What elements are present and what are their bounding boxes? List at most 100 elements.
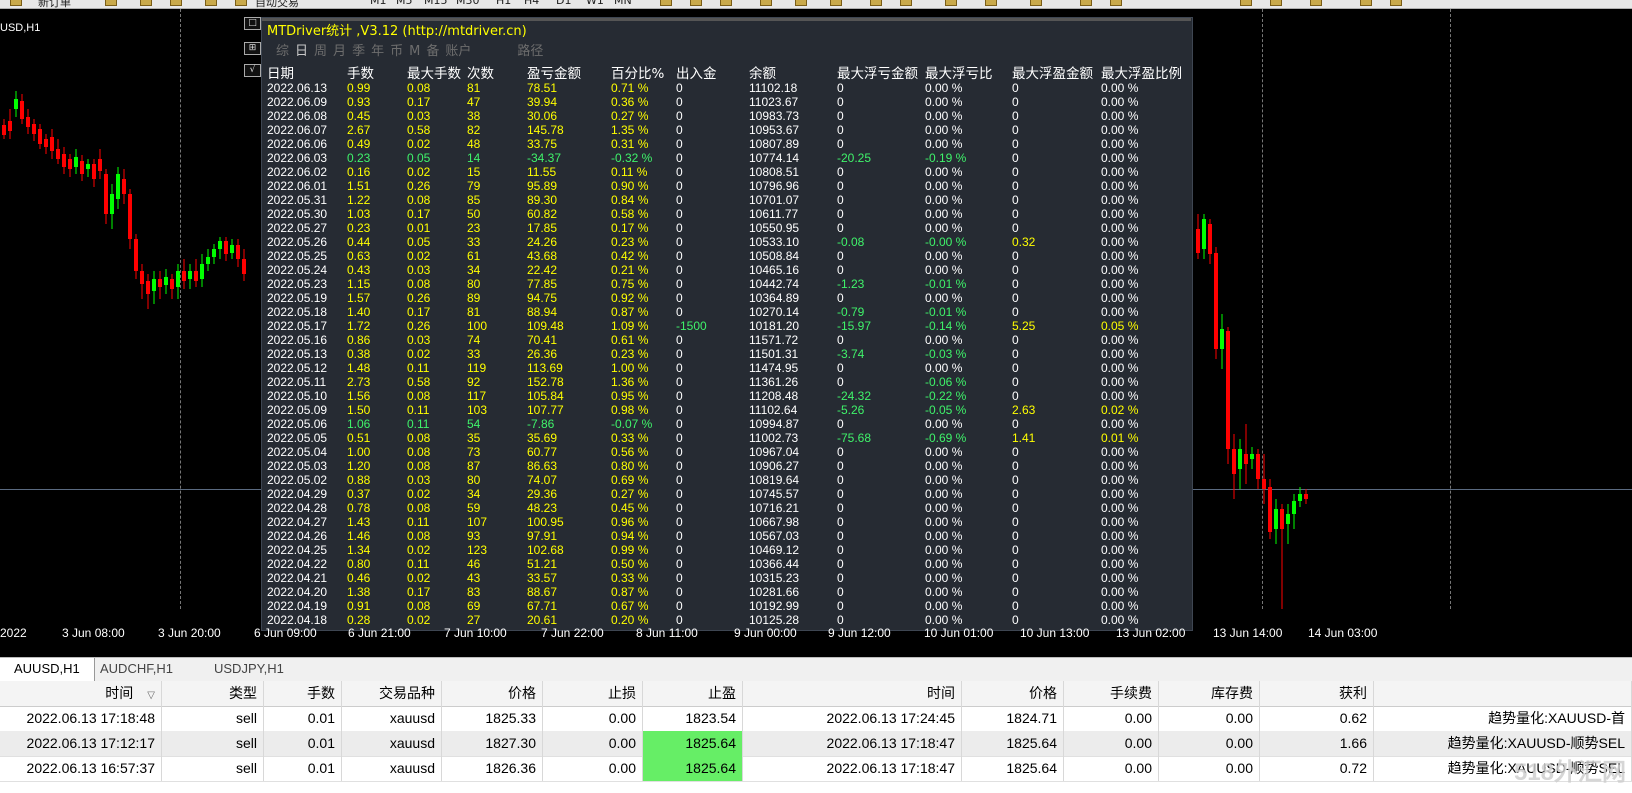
toolbar-icon[interactable] [720,0,732,6]
period-tab[interactable]: 币 [390,44,403,59]
toolbar-item[interactable]: M5 [396,0,413,7]
toolbar-icon[interactable] [795,0,807,6]
period-tab[interactable]: 账户 [445,44,471,59]
stats-cell: 0.00 % [1101,445,1139,459]
stats-cell: 2022.05.19 [267,291,328,305]
toolbar-icon[interactable] [105,0,117,6]
toolbar-item[interactable]: H4 [524,0,539,7]
period-tab[interactable]: 综 [276,44,289,59]
stats-cell: 0.23 % [611,235,649,249]
toolbar-item[interactable]: 新订单 [38,0,71,8]
stats-row: 2022.04.22 0.80 0.11 46 51.21 0.50 % 0 10366.44… [262,557,1192,571]
trade-column-header[interactable]: 交易品种 [342,681,442,706]
toolbar-item[interactable]: 自动交易 [255,0,299,8]
stats-cell: 1.56 [347,389,371,403]
toolbar-icon[interactable] [1390,0,1402,6]
candle-body [194,271,198,281]
stats-cell: 0.00 % [925,529,963,543]
sort-arrow-icon[interactable]: ▽ [147,690,155,701]
period-tab[interactable]: 周 [314,44,327,59]
stats-cell: 10533.10 [749,235,800,249]
period-tab[interactable]: 月 [333,44,346,59]
stats-cell: 0.00 % [1101,459,1139,473]
stats-cell: 1.50 [347,403,371,417]
trade-column-header[interactable]: 时间 ▽ [0,681,162,706]
toolbar-item[interactable]: M15 [424,0,448,7]
candle-body [236,245,240,259]
stats-cell: 1.06 [347,417,371,431]
period-tab[interactable]: 年 [371,44,384,59]
toolbar-icon[interactable] [140,0,152,6]
toolbar-item[interactable]: MN [614,0,632,7]
stats-row: 2022.05.31 1.22 0.08 85 89.30 0.84 % 0 10701.07… [262,193,1192,207]
period-tab[interactable]: 备 [426,44,439,59]
toolbar-item[interactable]: W1 [586,0,604,7]
trade-column-header[interactable]: 价格 [962,681,1064,706]
trade-row[interactable]: 2022.06.13 17:12:17 sell 0.01 xauusd 1827.30… [0,731,1632,757]
chart-tab[interactable]: AUDCHF,H1 [86,658,187,681]
toolbar-icon[interactable] [10,0,22,6]
toolbar-item[interactable]: H1 [496,0,511,7]
stats-cell: 107.77 [527,403,564,417]
toolbar-item[interactable]: M1 [370,0,387,7]
toolbar-icon[interactable] [900,0,912,6]
toolbar-item[interactable]: M30 [456,0,480,7]
stats-cell: 2022.05.05 [267,431,328,445]
trade-column-header[interactable]: 手数 [264,681,342,706]
panel-check-button[interactable]: √ [244,64,261,77]
toolbar-icon[interactable] [235,0,247,6]
candle-body [158,279,162,287]
toolbar-icon[interactable] [660,0,672,6]
toolbar-icon[interactable] [1030,0,1042,6]
toolbar-icon[interactable] [690,0,702,6]
toolbar-icon[interactable] [1240,0,1252,6]
stats-cell: 0.36 % [611,95,649,109]
trade-row[interactable]: 2022.06.13 17:18:48 sell 0.01 xauusd 1825.33… [0,706,1632,732]
chart-tab[interactable]: AUUSD,H1 [0,658,95,681]
toolbar-icon[interactable] [870,0,882,6]
toolbar-icon[interactable] [945,0,957,6]
stats-cell: 0.26 [407,319,431,333]
trade-column-header[interactable]: 库存费 [1159,681,1260,706]
period-tab[interactable]: 日 [295,44,308,59]
stats-row: 2022.05.26 0.44 0.05 33 24.26 0.23 % 0 10533.10… [262,235,1192,249]
toolbar-icon[interactable] [1270,0,1282,6]
stats-cell: 2022.05.18 [267,305,328,319]
trade-column-header[interactable]: 止盈 [643,681,743,706]
trade-column-header[interactable]: 价格 [442,681,543,706]
trade-column-header[interactable]: 时间 [743,681,962,706]
toolbar-item[interactable]: D1 [556,0,571,7]
stats-cell: 0 [837,263,844,277]
trade-row[interactable]: 2022.06.13 16:57:37 sell 0.01 xauusd 1826.36… [0,756,1632,782]
chart-tab[interactable]: USDJPY,H1 [200,658,298,681]
toolbar-icon[interactable] [1080,0,1092,6]
stats-cell: 2022.05.17 [267,319,328,333]
candle-body [176,271,180,287]
toolbar-icon[interactable] [1360,0,1372,6]
stats-cell: 0 [837,109,844,123]
path-button[interactable]: 路径 [517,44,543,59]
toolbar-icon[interactable] [985,0,997,6]
stats-cell: 86.63 [527,459,558,473]
period-tab[interactable]: M [409,44,420,59]
panel-grid-button[interactable]: ⊞ [244,42,261,55]
stats-row: 2022.05.19 1.57 0.26 89 94.75 0.92 % 0 10364.89… [262,291,1192,305]
period-tab[interactable]: 季 [352,44,365,59]
trade-column-header[interactable]: 获利 [1260,681,1374,706]
toolbar-icon[interactable] [170,0,182,6]
toolbar-icon[interactable] [760,0,772,6]
toolbar-icon[interactable] [830,0,842,6]
toolbar-icon[interactable] [205,0,217,6]
toolbar-icon[interactable] [1310,0,1322,6]
stats-cell: 0 [676,165,683,179]
stats-cell: 0.00 % [1101,473,1139,487]
toolbar-icon[interactable] [1110,0,1122,6]
trade-column-header[interactable] [1374,681,1632,706]
stats-cell: 0.08 [407,501,431,515]
trade-column-header[interactable]: 止损 [543,681,643,706]
stats-cell: 1.03 [347,207,371,221]
trade-column-header[interactable]: 手续费 [1064,681,1159,706]
stats-cell: 0 [837,207,844,221]
trade-column-header[interactable]: 类型 [162,681,264,706]
panel-minimize-button[interactable]: □ [244,17,261,30]
